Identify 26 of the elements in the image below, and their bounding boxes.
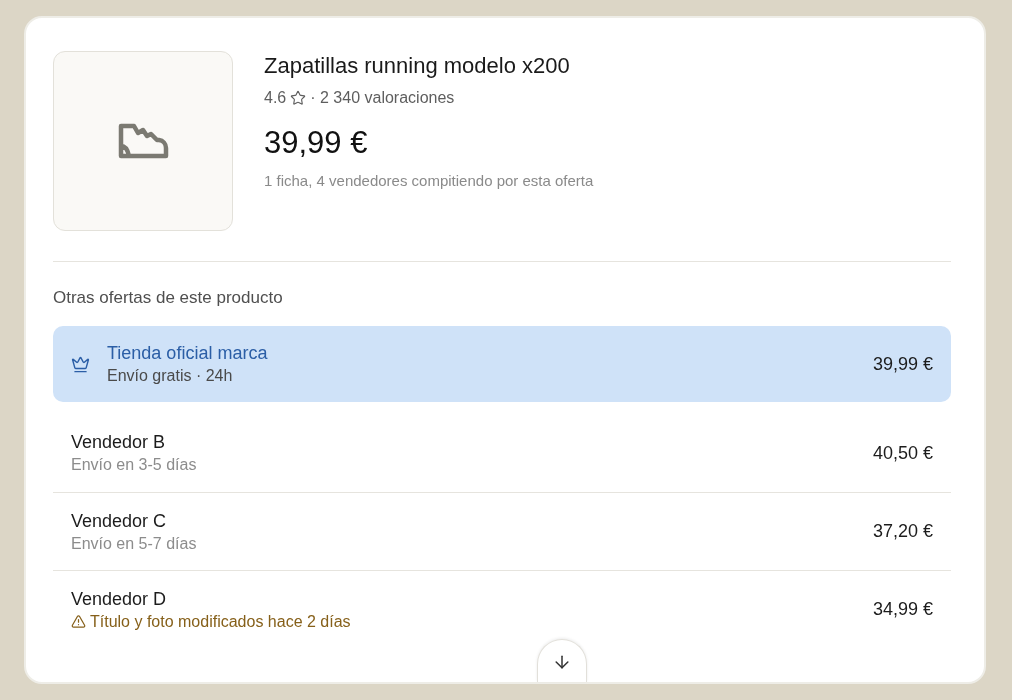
seller-name: Vendedor B	[71, 431, 166, 454]
offer-row[interactable]: Vendedor B Envío en 3-5 días 40,50 €	[53, 414, 951, 492]
offer-price: 40,50 €	[872, 441, 933, 465]
seller-name: Vendedor D	[71, 587, 167, 611]
offer-summary: 1 ficha, 4 vendedores compitiendo por esta oferta	[264, 171, 594, 191]
offer-price: 39,99 €	[872, 352, 933, 376]
seller-name: Vendedor C	[71, 509, 167, 533]
star-icon	[290, 90, 307, 106]
product-price: 39,99 €	[264, 125, 368, 161]
warning-icon	[71, 613, 86, 629]
product-title: Zapatillas running modelo x200	[264, 52, 570, 80]
scroll-down-button[interactable]	[537, 639, 587, 682]
section-heading: Otras ofertas de este producto	[53, 287, 283, 309]
offer-detail: Título y foto modificados hace 2 días	[90, 611, 351, 632]
review-count: · 2 340 valoraciones	[310, 88, 455, 108]
offer-row[interactable]: Vendedor C Envío en 5-7 días 37,20 €	[53, 492, 951, 570]
offer-detail: Envío en 5-7 días	[71, 533, 197, 554]
offer-detail: Envío en 3-5 días	[71, 455, 197, 475]
offer-price: 37,20 €	[872, 520, 933, 543]
offer-detail: Envío gratis · 24h	[107, 366, 233, 386]
offer-row[interactable]: Tienda oficial marca Envío gratis · 24h 39,99 €	[53, 326, 951, 402]
offer-price: 34,99 €	[872, 598, 933, 621]
rating-value: 4.6	[264, 88, 287, 108]
seller-name: Tienda oficial marca	[107, 342, 268, 365]
crown-icon	[71, 354, 90, 374]
sneaker-icon	[117, 122, 169, 160]
